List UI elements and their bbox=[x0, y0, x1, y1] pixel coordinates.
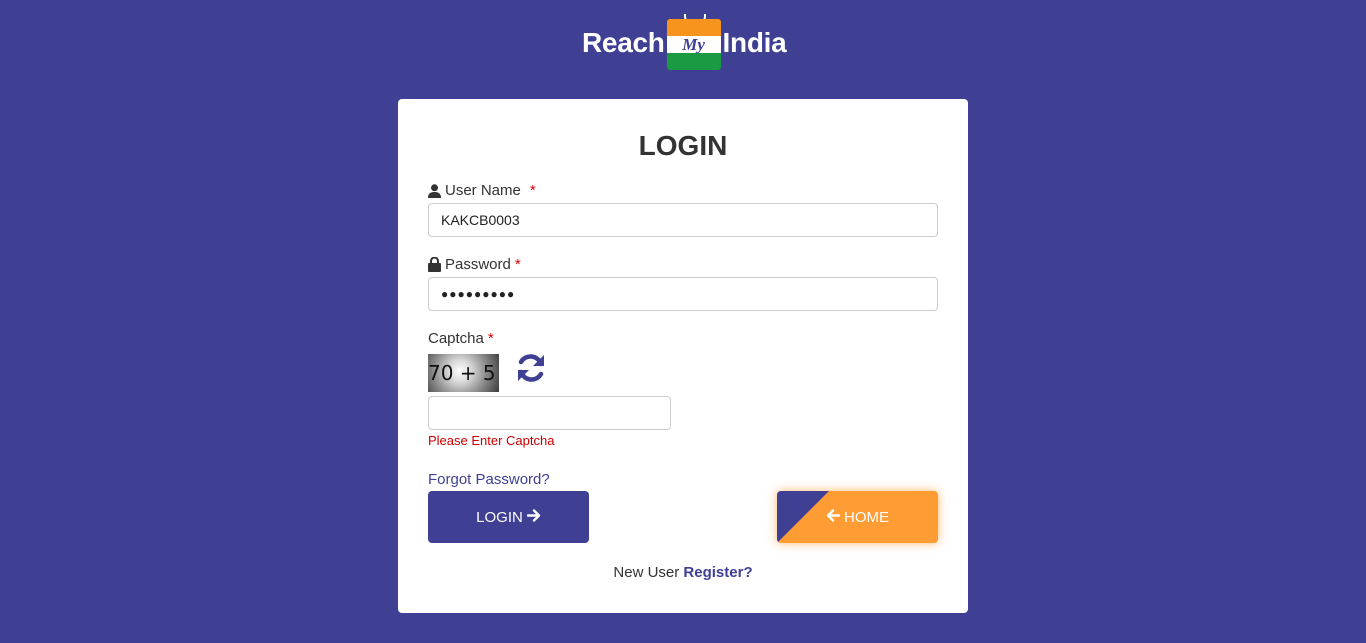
login-button-label: LOGIN bbox=[476, 508, 523, 526]
username-input[interactable]: KAKCB0003 bbox=[428, 203, 938, 237]
forgot-password-link[interactable]: Forgot Password? bbox=[428, 471, 550, 488]
password-input[interactable]: ●●●●●●●●● bbox=[428, 277, 938, 311]
captcha-error-message: Please Enter Captcha bbox=[428, 433, 555, 448]
captcha-image: 70 + 5 bbox=[428, 354, 499, 392]
page-title: LOGIN bbox=[638, 130, 728, 161]
home-button-label: HOME bbox=[844, 508, 889, 526]
arrow-left-icon bbox=[826, 508, 841, 526]
logo-left-text: Reach bbox=[582, 27, 665, 58]
required-mark: * bbox=[514, 256, 521, 273]
required-mark: * bbox=[487, 330, 494, 347]
lock-icon bbox=[428, 257, 441, 272]
login-button[interactable]: LOGIN bbox=[428, 491, 589, 543]
refresh-captcha-icon[interactable] bbox=[514, 351, 548, 385]
arrow-right-icon bbox=[526, 508, 541, 526]
username-label-text: User Name bbox=[445, 182, 521, 199]
password-label: Password * bbox=[428, 256, 521, 273]
required-mark: * bbox=[529, 182, 536, 199]
captcha-label: Captcha * bbox=[428, 330, 494, 347]
captcha-input[interactable] bbox=[428, 396, 671, 430]
username-label: User Name * bbox=[428, 182, 536, 199]
password-label-text: Password bbox=[445, 256, 511, 273]
logo-bag-text: My bbox=[682, 34, 705, 54]
reachmyindia-logo[interactable]: Reach My India bbox=[582, 14, 792, 72]
shopping-bag-icon: My bbox=[666, 14, 721, 70]
register-link[interactable]: Register? bbox=[683, 564, 752, 581]
user-icon bbox=[428, 183, 441, 198]
new-user-prompt: New User Register? bbox=[0, 564, 1366, 581]
new-user-text: New User bbox=[613, 564, 680, 581]
captcha-label-text: Captcha bbox=[428, 330, 484, 347]
home-button[interactable]: HOME bbox=[777, 491, 938, 543]
logo-right-text: India bbox=[722, 27, 787, 58]
